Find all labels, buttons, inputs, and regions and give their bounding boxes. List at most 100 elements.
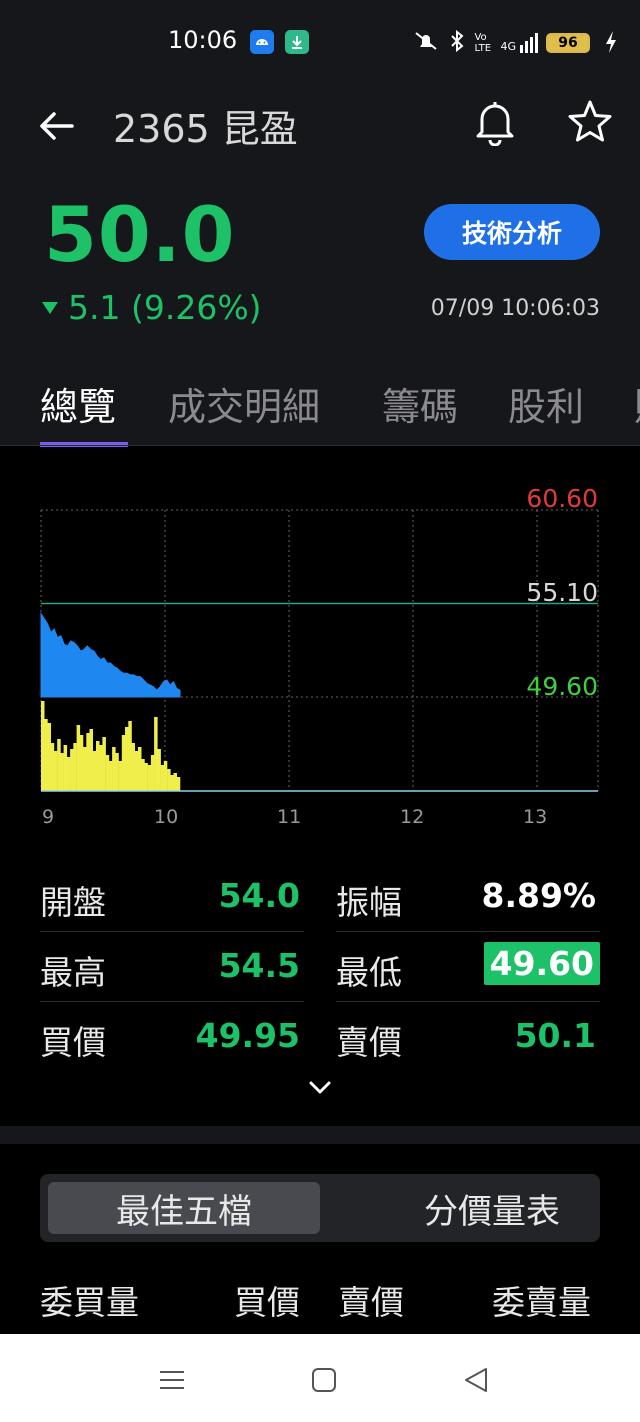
stat-low-label: 最低	[336, 953, 402, 992]
stat-high: 最高 54.5	[40, 934, 304, 1002]
stock-header: 2365 昆盈 50.0 5.1 (9.26%) 技術分析 07/09 10:0…	[0, 86, 640, 447]
tab-chips[interactable]: 籌碼	[382, 376, 458, 431]
volume-bar	[160, 765, 165, 791]
stat-high-label: 最高	[40, 953, 106, 992]
volume-bar	[125, 727, 129, 791]
volume-bar	[89, 729, 93, 791]
volte-icon: Vo LTE	[474, 32, 492, 54]
stat-amplitude: 振幅 8.89%	[336, 864, 600, 932]
stat-amplitude-label: 振幅	[336, 883, 402, 922]
volume-bar	[44, 719, 48, 791]
volume-bar	[70, 749, 74, 791]
stat-bid-value: 49.95	[195, 1016, 300, 1055]
intraday-chart: 60.60 55.10 49.60 9 10 11 12 13	[0, 470, 640, 830]
star-icon[interactable]	[566, 98, 614, 146]
y-label-low: 49.60	[526, 672, 598, 701]
x-label-13: 13	[523, 806, 548, 828]
volume-bar	[41, 701, 45, 791]
volume-bar	[102, 737, 106, 791]
order-book-segmented-control: 最佳五檔 分價量表	[40, 1174, 600, 1242]
stat-amplitude-value: 8.89%	[481, 876, 597, 915]
volume-bar	[173, 773, 177, 791]
volume-bar	[176, 777, 181, 791]
home-square-icon[interactable]	[310, 1366, 338, 1394]
price-change-value: 5.1 (9.26%)	[68, 288, 262, 327]
segment-best-five[interactable]: 最佳五檔	[48, 1182, 320, 1234]
volume-bar	[118, 761, 123, 791]
y-label-high: 60.60	[526, 484, 598, 513]
current-price: 50.0	[44, 190, 236, 279]
stat-low-value: 49.60	[483, 942, 600, 985]
volume-bar	[115, 753, 119, 791]
stat-open: 開盤 54.0	[40, 864, 304, 932]
tab-overview[interactable]: 總覽	[40, 376, 116, 431]
volume-bar	[154, 717, 158, 791]
stat-row: 開盤 54.0 振幅 8.89%	[40, 864, 600, 934]
tab-more[interactable]: 財	[634, 376, 640, 431]
volume-bar	[150, 755, 155, 791]
stat-high-value: 54.5	[218, 946, 300, 985]
volume-bar	[76, 725, 81, 791]
stat-row: 最高 54.5 最低 49.60	[40, 934, 600, 1004]
x-label-12: 12	[400, 806, 425, 828]
volume-bar	[108, 761, 113, 791]
volume-bar	[63, 745, 68, 791]
volume-bar	[60, 753, 64, 791]
volume-bar	[163, 761, 168, 791]
stat-ask: 賣價 50.1	[336, 1004, 600, 1072]
status-bar: 10:06 Vo LTE 4G 96	[0, 0, 640, 86]
back-arrow-icon[interactable]	[36, 106, 76, 146]
volume-bar	[86, 733, 90, 791]
col-bid-price: 買價	[234, 1283, 300, 1322]
x-label-10: 10	[154, 806, 179, 828]
stat-open-label: 開盤	[40, 883, 106, 922]
bell-icon[interactable]	[472, 98, 518, 147]
tab-dividends[interactable]: 股利	[508, 376, 584, 431]
y-label-reference: 55.10	[526, 578, 598, 607]
mute-icon	[412, 29, 440, 58]
volume-bar	[57, 739, 61, 791]
signal-icon: 4G	[500, 33, 538, 53]
tab-trade-details[interactable]: 成交明細	[168, 376, 320, 431]
price-area	[40, 612, 181, 698]
status-icons: Vo LTE 4G 96	[412, 28, 590, 58]
back-triangle-icon[interactable]	[462, 1366, 490, 1394]
charging-icon	[604, 30, 618, 60]
stat-ask-label: 賣價	[336, 1023, 402, 1062]
volume-bar	[105, 755, 110, 791]
menu-icon[interactable]	[158, 1366, 186, 1394]
chevron-down-icon[interactable]	[306, 1074, 334, 1102]
volume-bar	[157, 749, 161, 791]
volume-bar	[50, 743, 55, 791]
volume-bar	[131, 743, 135, 791]
volume-bar	[141, 759, 145, 791]
volume-bar	[147, 765, 152, 791]
technical-analysis-button[interactable]: 技術分析	[424, 204, 600, 260]
volume-bar	[73, 743, 77, 791]
header-divider	[0, 445, 640, 446]
bluetooth-icon	[448, 29, 466, 58]
segment-price-volume[interactable]: 分價量表	[356, 1182, 628, 1234]
battery-indicator: 96	[546, 33, 590, 53]
tab-bar: 總覽 成交明細 籌碼 股利 財	[0, 376, 640, 447]
volume-bar	[121, 735, 126, 791]
stat-open-value: 54.0	[218, 876, 300, 915]
volume-bar	[138, 747, 142, 791]
volume-bar	[53, 751, 58, 791]
volume-bar	[66, 757, 71, 791]
volume-bar	[99, 745, 103, 791]
price-change: 5.1 (9.26%)	[42, 288, 262, 327]
volume-bar	[128, 721, 132, 791]
col-ask-price: 賣價	[338, 1283, 404, 1322]
x-label-9: 9	[42, 806, 55, 828]
section-divider	[0, 1126, 640, 1144]
stat-bid-label: 買價	[40, 1023, 106, 1062]
system-nav-bar	[0, 1334, 640, 1422]
volume-bar	[96, 741, 100, 791]
volume-bar	[92, 751, 97, 791]
volume-bar	[170, 775, 174, 791]
down-triangle-icon	[42, 301, 58, 314]
volume-bar	[134, 751, 139, 791]
intraday-chart-svg	[40, 509, 599, 792]
quote-timestamp: 07/09 10:06:03	[430, 296, 600, 321]
